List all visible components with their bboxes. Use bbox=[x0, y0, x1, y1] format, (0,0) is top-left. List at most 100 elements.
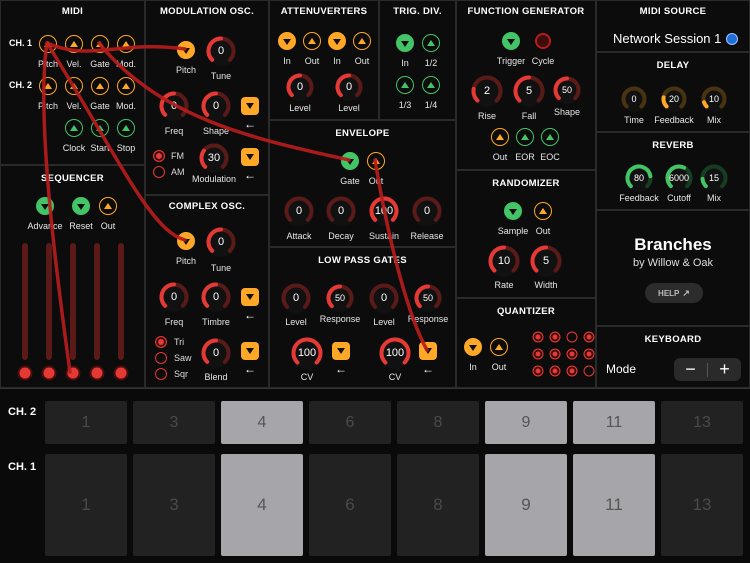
func-gen-rise-knob[interactable]: 2 bbox=[471, 75, 503, 107]
func-gen-fall-knob[interactable]: 5 bbox=[513, 75, 545, 107]
lpg-2-cv-knob[interactable]: 100 bbox=[379, 337, 411, 369]
midi-source-value[interactable]: Network Session 1 bbox=[613, 31, 721, 46]
key-ch2-3[interactable]: 3 bbox=[133, 401, 215, 444]
sequencer-step-slider-4[interactable] bbox=[94, 243, 100, 360]
sequencer-step-button-4[interactable] bbox=[89, 365, 105, 381]
complex-osc-timbre-cv-input[interactable] bbox=[241, 288, 259, 306]
sequencer-out-jack[interactable] bbox=[99, 197, 117, 215]
envelope-gate-jack[interactable] bbox=[341, 152, 359, 170]
attenuverter-2-level-knob[interactable]: 0 bbox=[335, 73, 363, 101]
attenuverter-2-in-jack[interactable] bbox=[328, 32, 346, 50]
key-ch1-13[interactable]: 13 bbox=[661, 454, 743, 556]
func-gen-shape-knob[interactable]: 50 bbox=[553, 76, 581, 104]
help-button[interactable]: HELP ↗ bbox=[645, 283, 703, 303]
mod-osc-freq-knob[interactable]: 0 bbox=[159, 91, 189, 121]
midi-stop-jack[interactable] bbox=[117, 119, 135, 137]
delay-feedback-knob[interactable]: 20 bbox=[661, 86, 687, 112]
key-ch1-6[interactable]: 6 bbox=[309, 454, 391, 556]
sequencer-step-button-2[interactable] bbox=[41, 365, 57, 381]
trig-div-half-jack[interactable] bbox=[422, 34, 440, 52]
key-ch2-4[interactable]: 4 bbox=[221, 401, 303, 444]
key-ch2-1[interactable]: 1 bbox=[45, 401, 127, 444]
quantizer-note-toggle[interactable] bbox=[549, 348, 561, 360]
attenuverter-1-out-jack[interactable] bbox=[303, 32, 321, 50]
complex-osc-pitch-jack[interactable] bbox=[177, 232, 195, 250]
envelope-sustain-knob[interactable]: 100 bbox=[369, 196, 399, 226]
complex-osc-blend-knob[interactable]: 0 bbox=[201, 338, 231, 368]
func-gen-cycle-toggle[interactable] bbox=[535, 33, 551, 49]
sequencer-step-slider-3[interactable] bbox=[70, 243, 76, 360]
midi-ch1-gate-jack[interactable] bbox=[91, 35, 109, 53]
quantizer-note-toggle[interactable] bbox=[549, 365, 561, 377]
quantizer-note-toggle[interactable] bbox=[566, 365, 578, 377]
quantizer-in-jack[interactable] bbox=[464, 338, 482, 356]
delay-mix-knob[interactable]: 10 bbox=[701, 86, 727, 112]
trig-div-third-jack[interactable] bbox=[396, 76, 414, 94]
lpg-1-cv-input[interactable] bbox=[332, 342, 350, 360]
lpg-2-level-knob[interactable]: 0 bbox=[369, 283, 399, 313]
envelope-out-jack[interactable] bbox=[367, 152, 385, 170]
lpg-2-response-knob[interactable]: 50 bbox=[414, 284, 442, 312]
sequencer-step-button-1[interactable] bbox=[17, 365, 33, 381]
lpg-1-response-knob[interactable]: 50 bbox=[326, 284, 354, 312]
randomizer-rate-knob[interactable]: 10 bbox=[488, 245, 520, 277]
sequencer-step-slider-5[interactable] bbox=[118, 243, 124, 360]
midi-ch2-pitch-jack[interactable] bbox=[39, 77, 57, 95]
quantizer-note-toggle[interactable] bbox=[583, 365, 595, 377]
quantizer-note-toggle[interactable] bbox=[532, 365, 544, 377]
midi-ch2-mod-jack[interactable] bbox=[117, 77, 135, 95]
quantizer-note-toggle[interactable] bbox=[583, 331, 595, 343]
trig-div-in-jack[interactable] bbox=[396, 34, 414, 52]
envelope-release-knob[interactable]: 0 bbox=[412, 196, 442, 226]
func-gen-eor-jack[interactable] bbox=[516, 128, 534, 146]
key-ch2-6[interactable]: 6 bbox=[309, 401, 391, 444]
key-ch1-4[interactable]: 4 bbox=[221, 454, 303, 556]
func-gen-out-jack[interactable] bbox=[491, 128, 509, 146]
quantizer-note-toggle[interactable] bbox=[566, 348, 578, 360]
midi-ch1-mod-jack[interactable] bbox=[117, 35, 135, 53]
mod-osc-modulation-cv-input[interactable] bbox=[241, 148, 259, 166]
mod-osc-shape-knob[interactable]: 0 bbox=[201, 91, 231, 121]
keyboard-mode-stepper[interactable]: − + bbox=[674, 358, 741, 381]
reverb-mix-knob[interactable]: 15 bbox=[700, 164, 728, 192]
mod-osc-shape-cv-input[interactable] bbox=[241, 97, 259, 115]
key-ch1-1[interactable]: 1 bbox=[45, 454, 127, 556]
lpg-1-cv-knob[interactable]: 100 bbox=[291, 337, 323, 369]
mod-osc-am-radio[interactable] bbox=[153, 166, 165, 178]
mod-osc-tune-knob[interactable]: 0 bbox=[206, 36, 236, 66]
mod-osc-modulation-knob[interactable]: 30 bbox=[199, 143, 229, 173]
complex-osc-tri-radio[interactable] bbox=[155, 336, 167, 348]
quantizer-note-toggle[interactable] bbox=[583, 348, 595, 360]
key-ch1-11[interactable]: 11 bbox=[573, 454, 655, 556]
sequencer-step-button-5[interactable] bbox=[113, 365, 129, 381]
randomizer-out-jack[interactable] bbox=[534, 202, 552, 220]
lpg-2-cv-input[interactable] bbox=[419, 342, 437, 360]
complex-osc-timbre-knob[interactable]: 0 bbox=[201, 282, 231, 312]
reverb-feedback-knob[interactable]: 80 bbox=[625, 164, 653, 192]
lpg-1-level-knob[interactable]: 0 bbox=[281, 283, 311, 313]
midi-clock-jack[interactable] bbox=[65, 119, 83, 137]
sequencer-step-button-3[interactable] bbox=[65, 365, 81, 381]
sequencer-advance-jack[interactable] bbox=[36, 197, 54, 215]
attenuverter-2-out-jack[interactable] bbox=[353, 32, 371, 50]
complex-osc-tune-knob[interactable]: 0 bbox=[206, 227, 236, 257]
complex-osc-freq-knob[interactable]: 0 bbox=[159, 282, 189, 312]
randomizer-sample-jack[interactable] bbox=[504, 202, 522, 220]
envelope-attack-knob[interactable]: 0 bbox=[284, 196, 314, 226]
key-ch2-13[interactable]: 13 bbox=[661, 401, 743, 444]
complex-osc-sqr-radio[interactable] bbox=[155, 368, 167, 380]
key-ch1-3[interactable]: 3 bbox=[133, 454, 215, 556]
stepper-plus-button[interactable]: + bbox=[708, 359, 741, 380]
key-ch2-8[interactable]: 8 bbox=[397, 401, 479, 444]
midi-ch1-pitch-jack[interactable] bbox=[39, 35, 57, 53]
reverb-cutoff-knob[interactable]: 6000 bbox=[665, 164, 693, 192]
midi-ch1-vel-jack[interactable] bbox=[65, 35, 83, 53]
complex-osc-saw-radio[interactable] bbox=[155, 352, 167, 364]
envelope-decay-knob[interactable]: 0 bbox=[326, 196, 356, 226]
sequencer-reset-jack[interactable] bbox=[72, 197, 90, 215]
delay-time-knob[interactable]: 0 bbox=[621, 86, 647, 112]
quantizer-note-toggle[interactable] bbox=[549, 331, 561, 343]
sequencer-step-slider-2[interactable] bbox=[46, 243, 52, 360]
func-gen-trigger-jack[interactable] bbox=[502, 32, 520, 50]
midi-ch2-vel-jack[interactable] bbox=[65, 77, 83, 95]
